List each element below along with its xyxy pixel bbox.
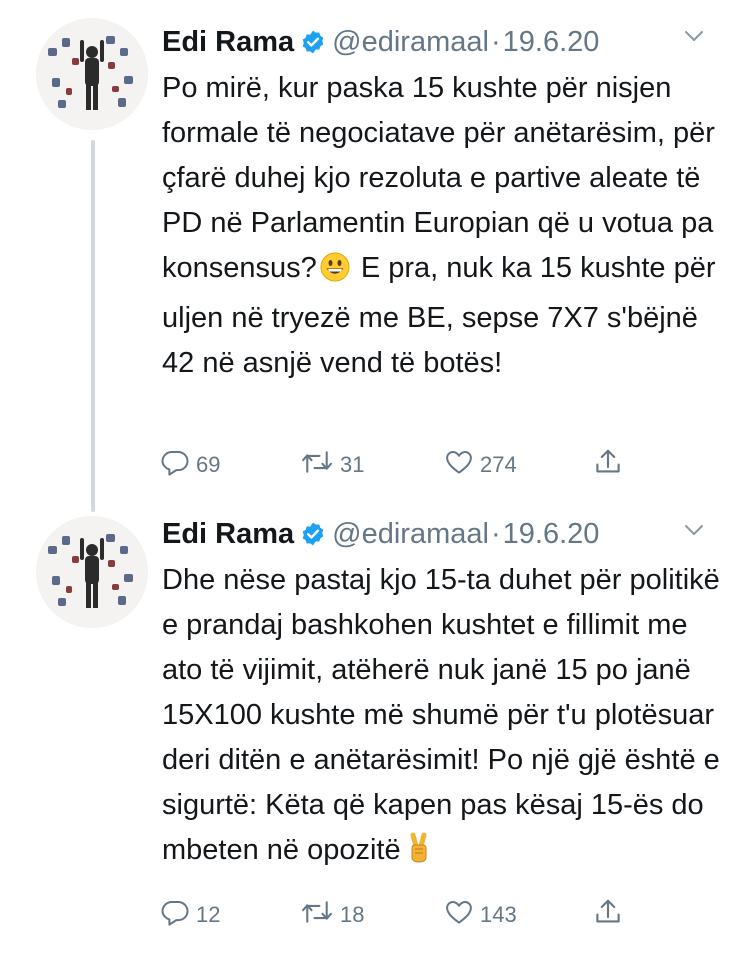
avatar[interactable]: [36, 516, 148, 628]
reply-icon: [160, 897, 190, 932]
author-handle[interactable]: @ediramaal: [332, 26, 489, 58]
chevron-down-icon[interactable]: [682, 522, 706, 543]
tweet-text-part-1: Dhe nëse pastaj kjo 15-ta duhet për poli…: [162, 564, 720, 866]
share-icon: [593, 447, 623, 482]
tweet[interactable]: Edi Rama @ediramaal·19.6.20 Po mirë, kur …: [0, 0, 739, 500]
verified-badge-icon: [300, 520, 326, 556]
reply-button[interactable]: 12: [160, 897, 220, 932]
author-name[interactable]: Edi Rama: [162, 26, 294, 58]
heart-icon: [444, 897, 474, 932]
like-button[interactable]: 143: [444, 897, 517, 932]
reply-count: 12: [196, 901, 221, 927]
separator-dot: ·: [490, 26, 501, 58]
tweet[interactable]: Edi Rama @ediramaal·19.6.20 Dhe nëse past…: [0, 500, 739, 960]
author-handle[interactable]: @ediramaal: [332, 518, 489, 550]
retweet-icon: [300, 897, 334, 932]
heart-icon: [444, 447, 474, 482]
share-button[interactable]: [593, 447, 623, 482]
tweet-date[interactable]: 19.6.20: [503, 26, 600, 58]
separator-dot: ·: [490, 518, 501, 550]
verified-badge-icon: [300, 28, 326, 64]
victory-hand-emoji: [404, 832, 434, 878]
chevron-down-icon[interactable]: [682, 28, 706, 49]
grinning-face-emoji: [320, 251, 350, 296]
share-button[interactable]: [593, 897, 623, 932]
reply-button[interactable]: 69: [160, 447, 220, 482]
author-name[interactable]: Edi Rama: [162, 518, 294, 550]
tweet-date[interactable]: 19.6.20: [503, 518, 600, 550]
retweet-count: 31: [340, 451, 365, 477]
reply-count: 69: [196, 451, 221, 477]
retweet-button[interactable]: 31: [300, 447, 364, 482]
like-button[interactable]: 274: [444, 447, 517, 482]
share-icon: [593, 897, 623, 932]
like-count: 143: [480, 901, 517, 927]
retweet-button[interactable]: 18: [300, 897, 364, 932]
avatar[interactable]: [36, 18, 148, 130]
tweet-text: Po mirë, kur paska 15 kushte për nisjen …: [162, 66, 722, 386]
retweet-count: 18: [340, 901, 365, 927]
tweet-text: Dhe nëse pastaj kjo 15-ta duhet për poli…: [162, 558, 722, 878]
tweet-header: Edi Rama @ediramaal·19.6.20: [162, 24, 599, 64]
reply-icon: [160, 447, 190, 482]
like-count: 274: [480, 451, 517, 477]
retweet-icon: [300, 447, 334, 482]
tweet-header: Edi Rama @ediramaal·19.6.20: [162, 516, 599, 556]
